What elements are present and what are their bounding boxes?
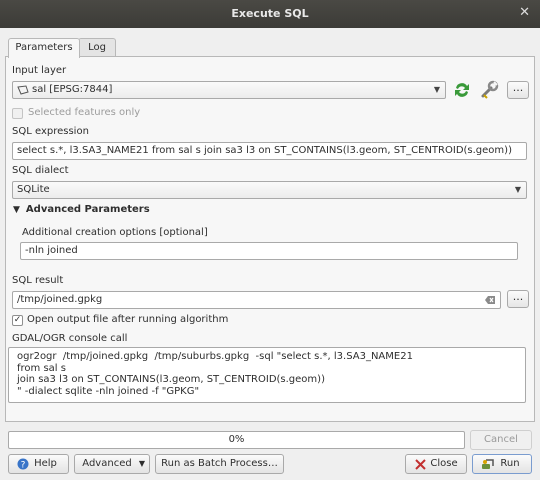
- sql-expression-label: SQL expression: [12, 126, 89, 137]
- run-button[interactable]: Run: [472, 454, 532, 474]
- console-call-text[interactable]: ogr2ogr /tmp/joined.gpkg /tmp/suburbs.gp…: [8, 347, 526, 403]
- help-icon: ?: [17, 458, 29, 477]
- title-bar: Execute SQL ✕: [0, 0, 540, 28]
- sql-dialect-label: SQL dialect: [12, 165, 69, 176]
- window-close-icon[interactable]: ✕: [519, 5, 530, 20]
- sql-result-value: /tmp/joined.gpkg: [17, 294, 103, 305]
- chevron-down-icon: ▼: [433, 85, 440, 94]
- console-call-label: GDAL/OGR console call: [12, 333, 128, 344]
- execute-sql-dialog: Execute SQL ✕ Parameters Log Input layer…: [0, 0, 540, 480]
- polygon-layer-icon: [17, 85, 29, 98]
- cancel-button[interactable]: Cancel: [470, 430, 532, 450]
- sql-expression-input[interactable]: select s.*, l3.SA3_NAME21 from sal s joi…: [12, 142, 527, 160]
- sql-dialect-value: SQLite: [17, 184, 50, 195]
- window-title: Execute SQL: [231, 7, 309, 20]
- input-layer-more-button[interactable]: ...: [507, 81, 529, 99]
- close-button[interactable]: Close: [405, 454, 467, 474]
- input-layer-value: sal [EPSG:7844]: [32, 84, 113, 95]
- selected-features-label: Selected features only: [28, 107, 141, 118]
- advanced-label: Advanced: [82, 458, 132, 469]
- sql-dialect-combo[interactable]: SQLite ▼: [12, 181, 527, 199]
- iterate-icon[interactable]: [452, 80, 472, 103]
- console-line: ogr2ogr /tmp/joined.gpkg /tmp/suburbs.gp…: [17, 351, 413, 362]
- tab-parameters[interactable]: Parameters: [8, 38, 80, 58]
- help-button[interactable]: ? Help: [8, 454, 69, 474]
- open-output-checkbox[interactable]: ✓: [12, 315, 23, 326]
- run-label: Run: [500, 458, 520, 469]
- svg-text:?: ?: [21, 461, 26, 471]
- close-icon: [415, 459, 426, 477]
- sql-result-browse-button[interactable]: ...: [507, 290, 529, 308]
- advanced-parameters-title: Advanced Parameters: [25, 204, 150, 215]
- clear-icon[interactable]: [484, 295, 496, 308]
- console-line: " -dialect sqlite -nln joined -f "GPKG": [17, 385, 200, 397]
- help-label: Help: [34, 458, 57, 469]
- tab-log[interactable]: Log: [78, 38, 116, 57]
- sql-result-input[interactable]: /tmp/joined.gpkg: [12, 291, 501, 309]
- progress-bar: 0%: [8, 431, 465, 449]
- chevron-down-icon: ▼: [138, 459, 145, 468]
- close-label: Close: [430, 458, 458, 469]
- run-icon: [481, 458, 495, 477]
- advanced-dropdown-button[interactable]: Advanced ▼: [74, 454, 150, 474]
- selected-features-checkbox[interactable]: [12, 108, 23, 119]
- advanced-parameters-header[interactable]: ▼ Advanced Parameters: [13, 204, 150, 215]
- creation-options-input[interactable]: -nln joined: [20, 242, 518, 260]
- open-output-label: Open output file after running algorithm: [27, 314, 229, 325]
- console-line: from sal s: [17, 362, 66, 374]
- sql-result-label: SQL result: [12, 275, 64, 286]
- input-layer-combo[interactable]: sal [EPSG:7844] ▼: [12, 81, 446, 99]
- console-line: join sa3 l3 on ST_CONTAINS(l3.geom, ST_C…: [17, 374, 325, 385]
- input-layer-label: Input layer: [12, 65, 67, 76]
- collapse-arrow-icon: ▼: [13, 205, 20, 215]
- wrench-icon[interactable]: [480, 80, 500, 103]
- creation-options-label: Additional creation options [optional]: [22, 227, 208, 238]
- chevron-down-icon: ▼: [514, 185, 521, 194]
- run-batch-button[interactable]: Run as Batch Process…: [155, 454, 284, 474]
